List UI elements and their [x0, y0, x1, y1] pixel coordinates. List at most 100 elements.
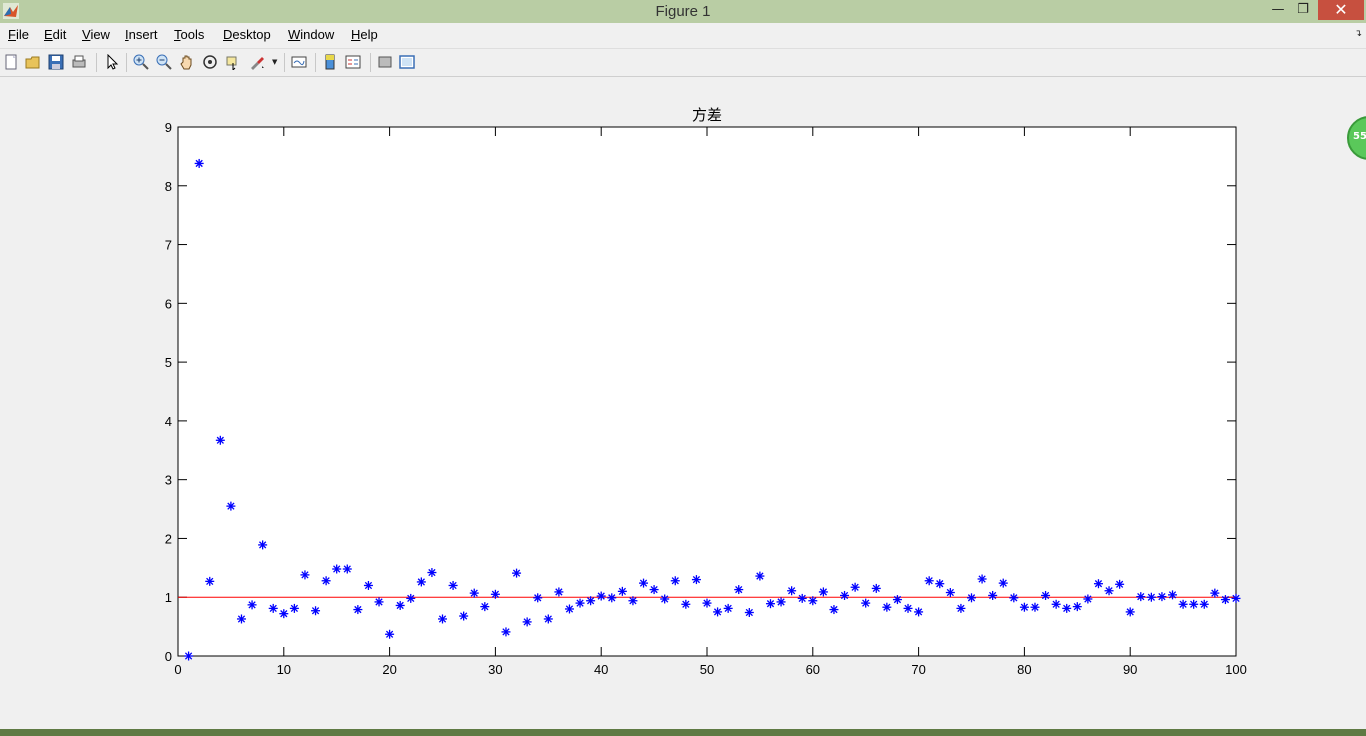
brush-dropdown-icon[interactable]: ▼ [272, 58, 277, 66]
toolbar-separator [315, 53, 316, 72]
menu-insert[interactable]: Insert [125, 27, 158, 42]
x-tick-label: 30 [488, 662, 502, 677]
zoom-in-icon[interactable] [133, 54, 149, 70]
save-figure-icon[interactable] [48, 54, 64, 70]
data-point [480, 602, 490, 612]
menu-help[interactable]: Help [351, 27, 378, 42]
data-point [194, 158, 204, 168]
open-file-icon[interactable] [25, 54, 41, 70]
data-point [998, 578, 1008, 588]
data-point [829, 605, 839, 615]
menu-label-rest: esktop [232, 27, 271, 42]
zoom-out-icon[interactable] [156, 54, 172, 70]
y-tick-label: 9 [165, 120, 172, 135]
data-point [289, 603, 299, 613]
hide-plot-tools-icon[interactable] [377, 54, 393, 70]
toolbar-separator [96, 53, 97, 72]
data-point [1199, 599, 1209, 609]
menu-mnemonic: W [288, 27, 301, 42]
legend-icon[interactable] [345, 54, 361, 70]
data-point [1051, 599, 1061, 609]
menu-label-rest: elp [360, 27, 378, 42]
menu-file[interactable]: File [8, 27, 29, 42]
data-cursor-icon[interactable] [225, 54, 241, 70]
data-point [438, 614, 447, 624]
data-point [787, 586, 797, 596]
menu-desktop[interactable]: Desktop [223, 27, 271, 42]
data-point [892, 595, 902, 605]
data-point [226, 501, 236, 511]
data-point [850, 582, 860, 592]
y-tick-label: 1 [165, 590, 172, 605]
show-plot-tools-icon[interactable] [399, 54, 415, 70]
restore-button[interactable]: ❐ [1290, 0, 1316, 20]
data-point [670, 576, 680, 586]
menu-tools[interactable]: Tools [174, 27, 204, 42]
menu-label-rest: ile [15, 27, 29, 42]
data-point [1210, 588, 1220, 598]
rotate-3d-icon[interactable] [202, 54, 218, 70]
data-point [1062, 603, 1072, 613]
print-figure-icon[interactable] [71, 54, 87, 70]
data-point [564, 604, 574, 614]
figure-toolbar: ▼ [0, 49, 1366, 77]
colorbar-icon[interactable] [322, 54, 338, 70]
toolbar-separator [284, 53, 285, 72]
data-point [660, 594, 670, 604]
menu-mnemonic: D [223, 27, 233, 42]
data-point [1072, 602, 1082, 612]
x-tick-label: 90 [1123, 662, 1137, 677]
data-point [765, 599, 775, 609]
data-point [300, 570, 310, 580]
x-tick-label: 20 [382, 662, 396, 677]
data-point [533, 593, 543, 603]
menubar-arrow-icon[interactable]: ↴ [1354, 29, 1362, 39]
data-point [639, 578, 649, 588]
data-point [1009, 593, 1019, 603]
data-point [914, 607, 924, 617]
data-point [1220, 595, 1230, 605]
data-point [861, 598, 871, 608]
brush-icon[interactable] [249, 54, 265, 70]
edit-plot-icon[interactable] [104, 54, 120, 70]
data-point [522, 617, 532, 627]
data-point [935, 579, 945, 589]
data-point [459, 611, 469, 621]
data-point [755, 571, 765, 581]
y-tick-label: 6 [165, 296, 172, 311]
x-tick-label: 50 [700, 662, 714, 677]
menu-edit[interactable]: Edit [44, 27, 66, 42]
data-point [363, 580, 373, 590]
data-point [374, 597, 384, 607]
data-point [353, 605, 363, 615]
scatter-plot: 0 10 20 30 40 50 60 70 80 90 100 0 1 2 3 4 5 6 7 8 9 方差 [165, 107, 1247, 677]
data-point [702, 598, 712, 608]
link-plot-icon[interactable] [291, 54, 307, 70]
data-point [628, 596, 638, 606]
menu-window[interactable]: Window [288, 27, 334, 42]
toolbar-separator [370, 53, 371, 72]
data-point [1093, 579, 1103, 589]
menu-label-rest: ools [180, 27, 205, 42]
menu-view[interactable]: View [82, 27, 110, 42]
pan-icon[interactable] [179, 54, 195, 70]
close-button[interactable]: ✕ [1318, 0, 1364, 20]
data-point [268, 603, 278, 613]
data-point [818, 587, 828, 597]
menu-label-rest: dit [52, 27, 67, 42]
y-tick-label: 5 [165, 355, 172, 370]
data-point [416, 577, 426, 587]
x-tick-label: 0 [174, 662, 181, 677]
minimize-button[interactable]: — [1265, 0, 1291, 20]
data-point [1030, 602, 1040, 612]
data-point [490, 589, 500, 599]
data-point [184, 651, 194, 661]
data-point [681, 599, 691, 609]
data-point [956, 603, 966, 613]
menu-mnemonic: F [8, 27, 16, 42]
data-point [469, 588, 479, 598]
data-point [903, 603, 913, 613]
data-point [967, 593, 976, 603]
new-figure-icon[interactable] [3, 54, 19, 70]
data-point [586, 596, 596, 606]
